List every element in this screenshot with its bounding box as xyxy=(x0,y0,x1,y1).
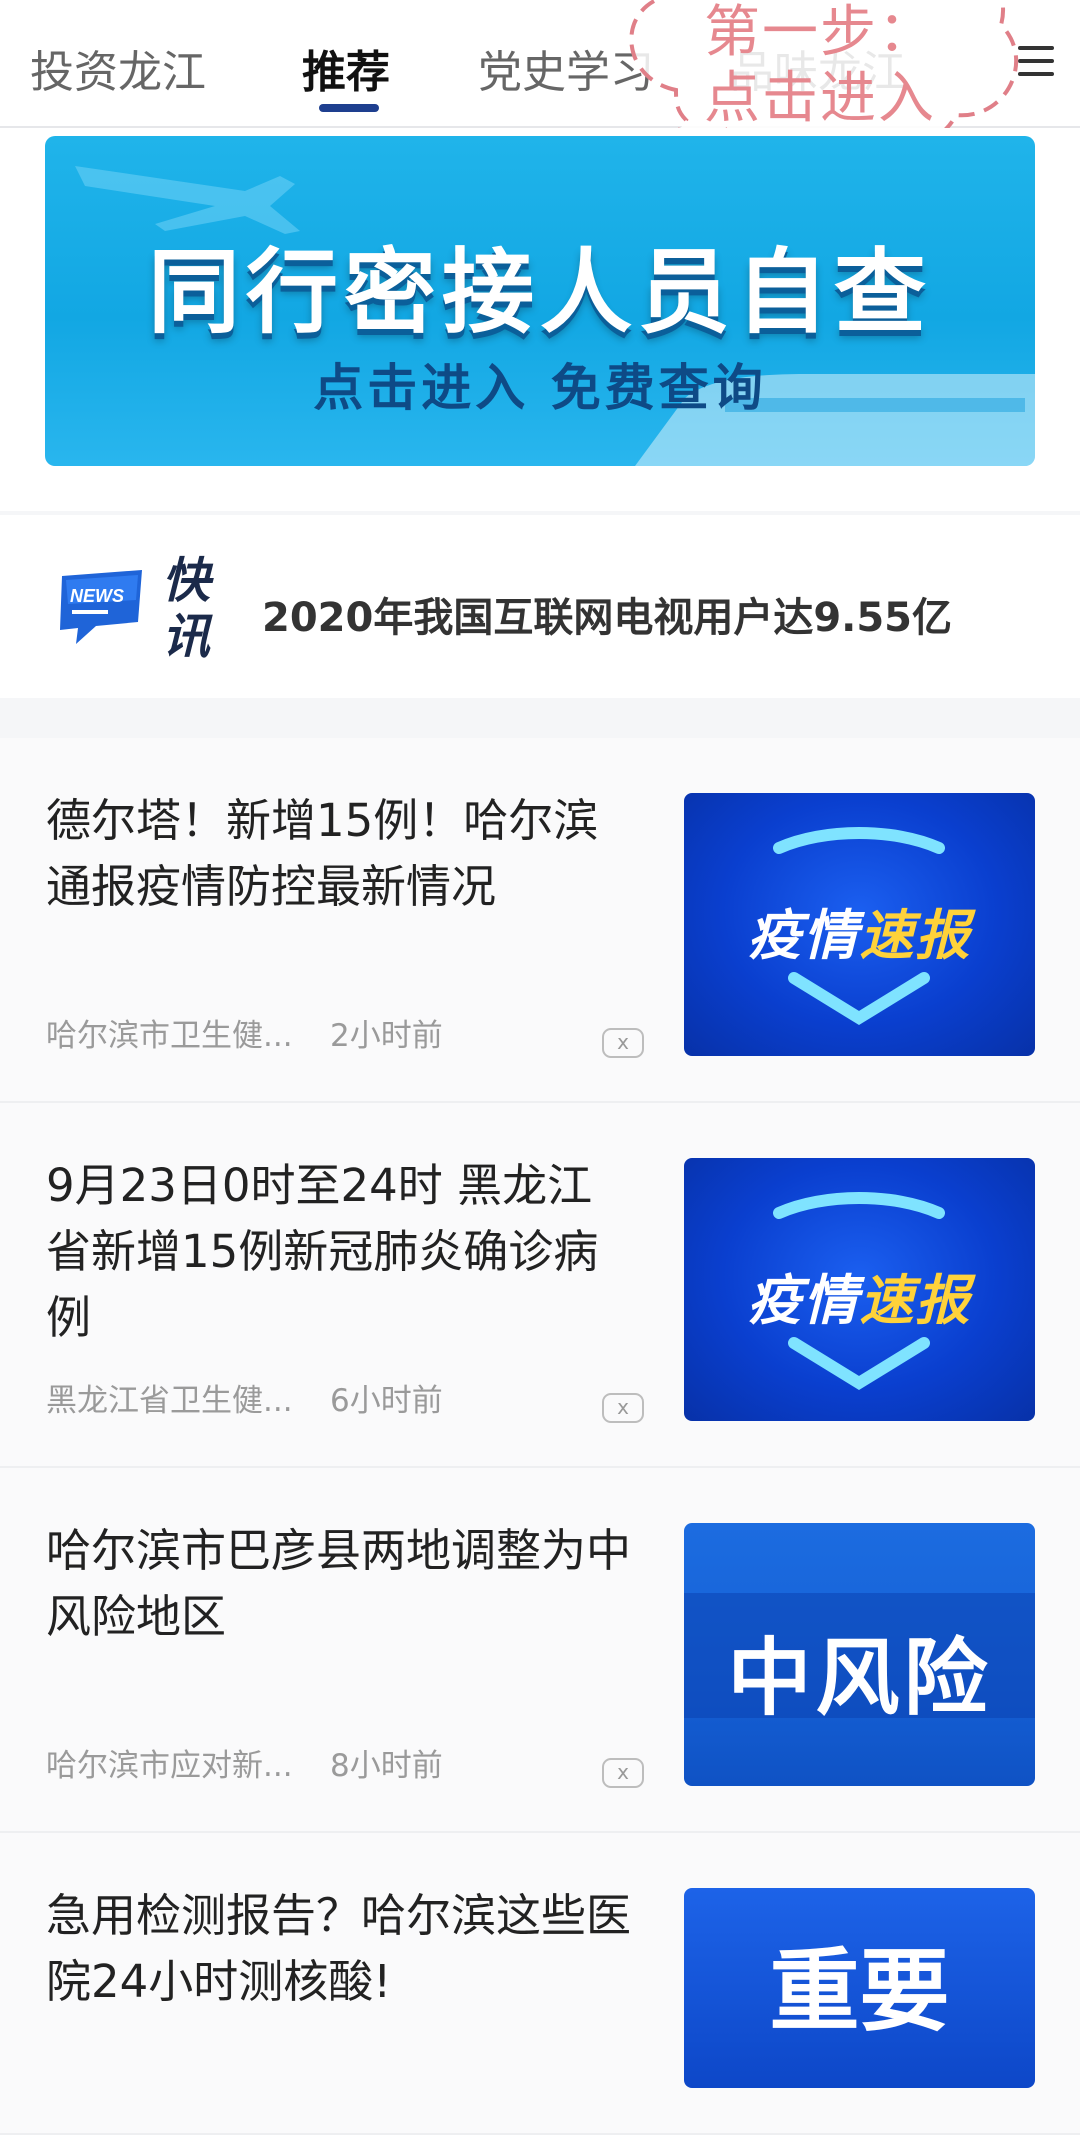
news-flash-label: 快讯 xyxy=(162,553,211,665)
article-source: 哈尔滨市卫生健... xyxy=(46,1018,293,1054)
article-thumbnail: 疫情速报 xyxy=(684,793,1035,1056)
thumbnail-label-b: 速报 xyxy=(859,1269,972,1332)
article-thumbnail: 重要 xyxy=(684,1888,1035,2088)
article-item[interactable]: 9月23日0时至24时 黑龙江省新增15例新冠肺炎确诊病例 黑龙江省卫生健...… xyxy=(0,1103,1080,1468)
banner-subtitle: 点击进入 免费查询 xyxy=(313,359,767,417)
thumbnail-label: 重要 xyxy=(769,1938,950,2044)
channel-menu-icon[interactable] xyxy=(1018,46,1054,82)
article-title: 急用检测报告？哈尔滨这些医院24小时测核酸! xyxy=(46,1889,632,2008)
dismiss-article-button[interactable]: x xyxy=(602,1758,644,1788)
article-thumbnail: 中风险 xyxy=(684,1523,1035,1786)
annotation-line-2: 点击进入 xyxy=(704,66,936,131)
news-badge-icon: NEWS xyxy=(60,570,142,644)
active-tab-indicator xyxy=(319,104,379,112)
annotation-line-1: 第一步： xyxy=(704,0,936,65)
article-source: 哈尔滨市应对新... xyxy=(46,1748,293,1784)
article-title: 9月23日0时至24时 黑龙江省新增15例新冠肺炎确诊病例 xyxy=(46,1159,599,1344)
article-title: 德尔塔！新增15例！哈尔滨通报疫情防控最新情况 xyxy=(46,794,599,913)
article-list: 德尔塔！新增15例！哈尔滨通报疫情防控最新情况 哈尔滨市卫生健... 2小时前 … xyxy=(0,738,1080,2135)
article-item[interactable]: 哈尔滨市巴彦县两地调整为中风险地区 哈尔滨市应对新... 8小时前 x 中风险 xyxy=(0,1468,1080,1833)
dismiss-article-button[interactable]: x xyxy=(602,1393,644,1423)
news-flash-headline[interactable]: 2020年我国互联网电视用户达9.55亿 xyxy=(262,585,952,643)
article-title: 哈尔滨市巴彦县两地调整为中风险地区 xyxy=(46,1524,632,1643)
thumbnail-label: 疫情速报 xyxy=(684,891,1035,970)
article-item[interactable]: 德尔塔！新增15例！哈尔滨通报疫情防控最新情况 哈尔滨市卫生健... 2小时前 … xyxy=(0,738,1080,1103)
tab-invest-longjiang[interactable]: 投资龙江 xyxy=(30,36,206,100)
dismiss-article-button[interactable]: x xyxy=(602,1028,644,1058)
article-source: 黑龙江省卫生健... xyxy=(46,1383,293,1419)
svg-text:NEWS: NEWS xyxy=(70,586,124,606)
thumbnail-label: 中风险 xyxy=(727,1628,992,1727)
banner-section: 同行密接人员自查 点击进入 免费查询 xyxy=(0,128,1080,511)
article-thumbnail: 疫情速报 xyxy=(684,1158,1035,1421)
thumbnail-label: 疫情速报 xyxy=(684,1256,1035,1335)
tab-recommend[interactable]: 推荐 xyxy=(302,36,390,100)
article-item[interactable]: 急用检测报告？哈尔滨这些医院24小时测核酸! 重要 xyxy=(0,1833,1080,2135)
close-contact-check-banner[interactable]: 同行密接人员自查 点击进入 免费查询 xyxy=(45,136,1035,466)
thumbnail-label-a: 疫情 xyxy=(747,1269,860,1332)
news-flash-bar[interactable]: NEWS 快讯 2020年我国互联网电视用户达9.55亿 xyxy=(0,515,1080,698)
article-time: 2小时前 xyxy=(330,1018,443,1054)
thumbnail-label-b: 速报 xyxy=(859,904,972,967)
thumbnail-label-a: 疫情 xyxy=(747,904,860,967)
article-time: 8小时前 xyxy=(330,1748,443,1784)
article-time: 6小时前 xyxy=(330,1383,443,1419)
tab-party-history[interactable]: 党史学习 xyxy=(478,36,654,100)
banner-title: 同行密接人员自查 xyxy=(147,239,932,346)
annotation-bubble-text: 第一步： 点击进入 xyxy=(690,0,950,132)
